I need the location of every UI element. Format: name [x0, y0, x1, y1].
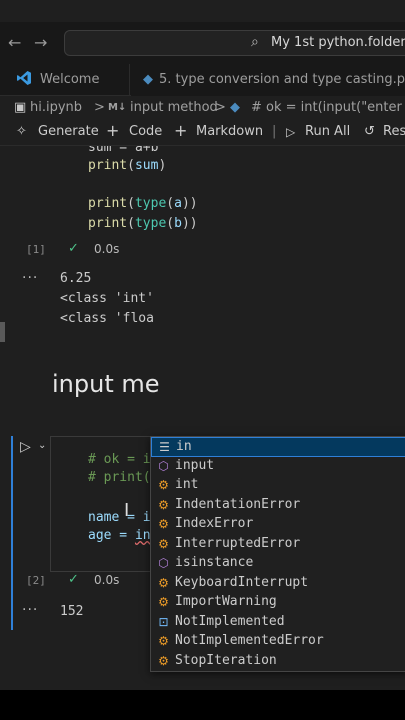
suggestion-label: isinstance	[175, 555, 254, 570]
restart-button[interactable]: Res	[383, 124, 405, 139]
breadcrumb-code-cell[interactable]: # ok = int(input("enter son	[251, 100, 405, 115]
suggestion-label: InterruptedError	[175, 535, 301, 551]
class-icon: ⚙	[158, 653, 169, 668]
variable-icon: ⊡	[158, 614, 169, 629]
suggestion-item[interactable]: ⚙ ImportWarning	[151, 593, 405, 613]
cell-focus-indicator	[11, 598, 13, 630]
autocomplete-list: ☰ in ⬡ input ⚙ int ⚙ IndentationError ⚙ …	[150, 436, 405, 672]
markdown-heading[interactable]: input me	[52, 370, 160, 398]
forward-arrow-icon[interactable]: →	[34, 33, 47, 52]
suggestion-label: ImportWarning	[175, 594, 277, 609]
execution-time: 0.0s	[94, 573, 120, 587]
code-line[interactable]: print(type(b))	[88, 216, 198, 231]
suggestion-item[interactable]: ⬡ input	[151, 457, 405, 477]
class-icon: ⚙	[158, 478, 169, 492]
plus-icon: +	[106, 121, 120, 140]
code-cell-icon: ◆	[230, 100, 240, 115]
notebook-toolbar: ✧ Generate + Code + Markdown | ▷ Run All…	[0, 120, 405, 146]
notebook-editor: sum = a+b print(sum) print(type(a)) prin…	[0, 146, 405, 690]
output-line: <class 'int'	[60, 291, 154, 306]
add-code-button[interactable]: Code	[129, 124, 162, 139]
notebook-file-icon: ▣	[14, 100, 27, 115]
command-center-search[interactable]: ⌕ My 1st python.folder	[64, 30, 405, 56]
output-more-icon[interactable]: ···	[22, 602, 38, 618]
class-icon: ⚙	[158, 595, 169, 609]
generate-button[interactable]: Generate	[38, 124, 99, 139]
output-line: 152	[60, 604, 84, 619]
tab-type-conversion-py[interactable]: ◆ 5. type conversion and type casting.py	[131, 64, 405, 96]
vscode-logo-icon	[17, 71, 31, 85]
workspace-name: My 1st python.folder	[271, 35, 405, 50]
text-cursor-icon: I	[124, 500, 130, 521]
code-line-active[interactable]: age = in|	[88, 528, 158, 543]
success-check-icon: ✓	[68, 241, 79, 256]
breadcrumb-section[interactable]: input method	[130, 100, 218, 115]
suggestion-item[interactable]: ⚙ KeyboardInterrupt	[151, 574, 405, 594]
breadcrumb-file[interactable]: hi.ipynb	[30, 100, 82, 115]
cell-scroll-marker	[0, 322, 5, 342]
suggestion-label: in	[176, 439, 192, 454]
execution-count: [1]	[26, 243, 46, 256]
code-line[interactable]: sum = a+b	[88, 146, 158, 155]
python-file-icon: ◆	[143, 72, 153, 87]
code-line[interactable]: # print(	[88, 470, 151, 485]
add-markdown-button[interactable]: Markdown	[196, 124, 263, 139]
sparkle-icon: ✧	[16, 124, 27, 139]
output-more-icon[interactable]: ···	[22, 270, 38, 286]
tab-label: Welcome	[40, 72, 100, 87]
suggestion-item[interactable]: ⊡ NotImplemented	[151, 613, 405, 633]
suggestion-label: StopIteration	[175, 652, 277, 668]
search-icon: ⌕	[251, 34, 259, 50]
suggestion-label: IndexError	[175, 516, 254, 531]
suggestion-item[interactable]: ⬡ isinstance	[151, 554, 405, 574]
class-icon: ⚙	[158, 575, 169, 590]
output-line: 6.25	[60, 271, 92, 286]
breadcrumb-sep: >	[94, 100, 105, 115]
suggestion-label: NotImplemented	[175, 613, 285, 629]
run-all-button[interactable]: Run All	[305, 124, 350, 139]
tab-welcome[interactable]: Welcome	[0, 64, 130, 96]
plus-icon: +	[174, 121, 188, 140]
keyword-icon: ☰	[159, 440, 170, 454]
markdown-marker-icon: M↓	[108, 102, 127, 113]
execution-time: 0.0s	[94, 242, 120, 256]
suggestion-item[interactable]: ⚙ int	[151, 476, 405, 496]
suggestion-label: input	[175, 457, 215, 473]
run-all-icon: ▷	[286, 125, 296, 139]
back-arrow-icon[interactable]: ←	[8, 33, 21, 52]
code-line[interactable]: print(sum)	[88, 158, 166, 173]
breadcrumb: ▣ hi.ipynb > M↓ input method > ◆ # ok = …	[0, 96, 405, 120]
code-line[interactable]: # ok = i	[88, 452, 151, 467]
suggestion-item[interactable]: ☰ in	[151, 437, 405, 457]
suggestion-item[interactable]: ⚙ NotImplementedError	[151, 632, 405, 652]
code-line[interactable]: name = i	[88, 510, 151, 525]
tab-label: 5. type conversion and type casting.py	[159, 72, 405, 87]
code-line[interactable]: print(type(a))	[88, 196, 198, 211]
breadcrumb-sep: >	[215, 100, 226, 115]
suggestion-item[interactable]: ⚙ IndentationError	[151, 496, 405, 516]
suggestion-item[interactable]: ⚙ StopIteration	[151, 652, 405, 672]
class-icon: ⚙	[158, 536, 169, 551]
vscode-window: ← → ⌕ My 1st python.folder Welcome ◆ 5. t…	[0, 0, 405, 690]
tab-bar: Welcome ◆ 5. type conversion and type cas…	[0, 64, 405, 96]
function-icon: ⬡	[158, 556, 169, 570]
suggestion-label: IndentationError	[175, 496, 301, 512]
function-icon: ⬡	[158, 458, 169, 473]
chevron-down-icon[interactable]: ⌄	[38, 440, 46, 451]
suggestion-label: int	[175, 477, 199, 492]
execution-count: [2]	[26, 574, 46, 587]
class-icon: ⚙	[158, 634, 169, 648]
suggestion-label: KeyboardInterrupt	[175, 574, 309, 590]
suggestion-item[interactable]: ⚙ IndexError	[151, 515, 405, 535]
title-bar: ← → ⌕ My 1st python.folder	[0, 22, 405, 64]
success-check-icon: ✓	[68, 572, 79, 587]
class-icon: ⚙	[158, 497, 169, 512]
run-cell-icon[interactable]: ▷	[20, 439, 31, 455]
output-line: <class 'floa	[60, 311, 154, 326]
class-icon: ⚙	[158, 517, 169, 531]
toolbar-divider: |	[272, 124, 277, 139]
restart-icon: ↺	[364, 124, 375, 139]
suggestion-label: NotImplementedError	[175, 633, 324, 648]
suggestion-item[interactable]: ⚙ InterruptedError	[151, 535, 405, 555]
